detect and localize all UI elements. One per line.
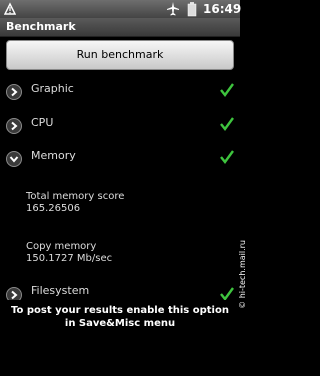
check-icon	[220, 82, 234, 101]
footer-message: To post your results enable this option …	[11, 305, 229, 329]
check-icon	[220, 149, 234, 168]
status-bar: 16:49	[0, 0, 242, 18]
footer: To post your results enable this option …	[0, 300, 240, 376]
row-label-graphic: Graphic	[31, 82, 74, 95]
status-time: 16:49	[203, 2, 242, 16]
row-cpu[interactable]: CPU	[0, 110, 240, 144]
check-icon	[220, 116, 234, 135]
total-memory-value: 165.26506	[26, 203, 81, 214]
notification-icon	[3, 0, 17, 18]
airplane-icon	[166, 0, 180, 18]
row-label-memory: Memory	[31, 149, 76, 162]
battery-icon	[186, 0, 198, 18]
chevron-right-icon	[6, 84, 22, 100]
chevron-right-icon	[6, 118, 22, 134]
title-bar: Benchmark	[0, 18, 240, 37]
row-filesystem[interactable]: Filesystem	[0, 282, 240, 303]
watermark: © hi-tech.mail.ru	[238, 240, 247, 309]
row-graphic[interactable]: Graphic	[0, 76, 240, 110]
row-label-filesystem: Filesystem	[31, 284, 90, 297]
row-memory[interactable]: Memory	[0, 143, 240, 177]
row-label-cpu: CPU	[31, 116, 54, 129]
run-benchmark-button[interactable]: Run benchmark	[6, 40, 234, 70]
copy-memory-value: 150.1727 Mb/sec	[26, 253, 113, 264]
page-title: Benchmark	[6, 20, 76, 33]
chevron-down-icon	[6, 151, 22, 167]
